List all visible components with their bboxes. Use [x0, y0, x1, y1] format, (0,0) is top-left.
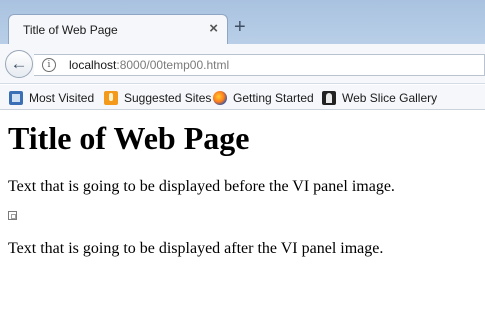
navigation-bar: ← i localhost:8000/00temp00.html	[0, 44, 485, 84]
url-path: :8000/00temp00.html	[116, 58, 230, 72]
broken-image-icon	[8, 211, 17, 220]
new-tab-icon[interactable]: +	[234, 17, 246, 37]
bookmark-label: Web Slice Gallery	[342, 90, 438, 105]
paragraph-before-image: Text that is going to be displayed befor…	[8, 178, 395, 195]
bookmark-getting-started[interactable]: Getting Started	[213, 89, 314, 106]
bookmarks-bar: Most Visited Suggested Sites Getting Sta…	[0, 85, 485, 110]
close-tab-icon[interactable]: ×	[209, 20, 218, 37]
tab-strip: Title of Web Page × +	[0, 0, 485, 45]
tab-title: Title of Web Page	[23, 23, 118, 37]
bookmark-most-visited[interactable]: Most Visited	[9, 89, 94, 106]
url-text[interactable]: localhost:8000/00temp00.html	[69, 58, 229, 72]
active-tab[interactable]: Title of Web Page ×	[8, 14, 228, 45]
back-button[interactable]: ←	[5, 50, 33, 78]
bookmark-web-slice-gallery[interactable]: Web Slice Gallery	[322, 89, 437, 106]
bookmark-label: Getting Started	[233, 90, 314, 105]
back-arrow-icon: ←	[10, 54, 28, 73]
url-host: localhost	[69, 58, 117, 72]
page-heading: Title of Web Page	[8, 120, 250, 156]
site-info-icon[interactable]: i	[42, 58, 56, 72]
firefox-icon	[213, 90, 227, 105]
web-slice-icon	[322, 90, 336, 105]
paragraph-after-image: Text that is going to be displayed after…	[8, 240, 384, 257]
bookmark-label: Most Visited	[29, 90, 95, 105]
suggested-sites-icon	[104, 90, 118, 105]
most-visited-icon	[9, 90, 23, 105]
bookmark-suggested-sites[interactable]: Suggested Sites	[104, 89, 211, 106]
page-content: Title of Web Page Text that is going to …	[0, 111, 485, 312]
bookmark-label: Suggested Sites	[124, 90, 212, 105]
address-bar[interactable]: i localhost:8000/00temp00.html	[34, 54, 485, 76]
